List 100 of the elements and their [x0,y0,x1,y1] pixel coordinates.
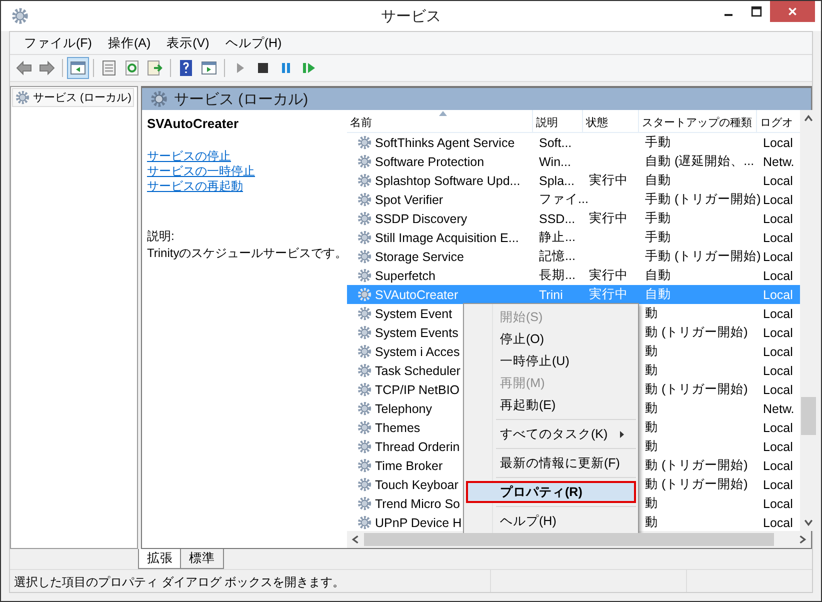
maximize-icon [750,6,762,17]
view-tab[interactable]: 拡張 [138,549,182,569]
menu-item[interactable]: ヘルプ(H) [219,32,288,54]
gear-icon [357,458,372,473]
menu-item[interactable]: 表示(V) [160,32,216,54]
service-name[interactable]: Touch Keyboar [375,478,458,492]
context-menu-item[interactable]: 停止(O) [466,328,636,350]
gear-icon [357,268,372,283]
scroll-up-icon[interactable] [804,114,813,123]
service-name[interactable]: UPnP Device H [375,516,462,530]
menu-item[interactable]: 操作(A) [102,32,157,54]
logon-cell: Local [763,250,793,264]
service-name[interactable]: Spot Verifier [375,192,444,206]
description-cell: Spla... [539,174,574,188]
service-name[interactable]: Still Image Acquisition E... [375,230,519,244]
context-menu-item[interactable]: ヘルプ(H) [466,510,636,532]
gear-icon [357,249,372,264]
logon-cell: Local [763,440,793,454]
console-tree-icon[interactable] [67,57,89,79]
service-link[interactable]: サービスの停止 [147,149,342,164]
service-link[interactable]: サービスの一時停止 [147,164,342,179]
service-name[interactable]: SSDP Discovery [375,212,468,226]
logon-cell: Local [763,288,793,302]
startup-type-cell: 手動 [645,134,671,151]
context-menu-item[interactable]: 一時停止(U) [466,350,636,372]
context-menu-item[interactable]: すべてのタスク(K) [466,423,636,445]
scroll-thumb[interactable] [364,533,774,546]
gear-icon [357,420,372,435]
service-name[interactable]: Telephony [375,402,432,416]
submenu-arrow-icon [620,430,624,438]
logon-cell: Local [763,136,793,150]
service-name[interactable]: Themes [375,420,420,434]
startup-type-cell: 手動 [645,210,671,227]
service-name[interactable]: Time Broker [375,458,443,472]
description-cell: 記憶... [539,248,576,265]
scroll-thumb[interactable] [801,397,816,435]
service-name[interactable]: System i Acces [375,344,460,358]
startup-type-cell: 動 (トリガー開始) [645,381,748,398]
service-name[interactable]: Storage Service [375,250,464,264]
menu-item[interactable]: ファイル(F) [18,32,98,54]
logon-cell: Local [763,478,793,492]
gear-icon [357,496,372,511]
scroll-down-icon[interactable] [804,518,813,527]
logon-cell: Netw. [763,154,794,168]
startup-type-cell: 動 [645,362,658,379]
gear-icon [357,515,372,530]
service-link[interactable]: サービスの再起動 [147,179,342,194]
horizontal-scrollbar[interactable] [347,531,811,548]
logon-cell: Local [763,364,793,378]
context-menu-item[interactable]: 再起動(E) [466,394,636,416]
gear-icon [357,325,372,340]
logon-cell: Local [763,516,793,530]
service-name[interactable]: Superfetch [375,268,436,282]
logon-cell: Local [763,192,793,206]
service-name[interactable]: System Events [375,326,458,340]
startup-type-cell: 動 [645,400,658,417]
description-cell: Win... [539,154,571,168]
tree-item[interactable]: サービス (ローカル) [12,88,134,107]
service-name[interactable]: Splashtop Software Upd... [375,174,520,188]
service-name[interactable]: SoftThinks Agent Service [375,136,515,150]
logon-cell: Local [763,174,793,188]
logon-cell: Local [763,306,793,320]
service-name[interactable]: Trend Micro So [375,496,460,510]
column-header[interactable]: ログオ [757,110,800,132]
view-tab[interactable]: 標準 [180,549,224,569]
gear-icon [357,439,372,454]
scroll-right-icon[interactable] [798,535,807,544]
logon-cell: Local [763,326,793,340]
service-name[interactable]: Task Scheduler [375,364,460,378]
startup-type-cell: 動 (トリガー開始) [645,476,748,493]
column-header[interactable]: 説明 [533,110,583,132]
startup-type-cell: 自動 [645,267,671,284]
gear-icon [357,154,372,169]
column-header[interactable]: 状態 [583,110,639,132]
gear-icon [357,230,372,245]
minimize-icon [724,14,732,16]
startup-type-cell: 動 (トリガー開始) [645,457,748,474]
service-name[interactable]: System Event [375,306,452,320]
service-name[interactable]: Software Protection [375,154,484,168]
logon-cell: Local [763,268,793,282]
panel-title: サービス (ローカル) [174,90,308,108]
gear-icon [357,192,372,207]
logon-cell: Local [763,344,793,358]
description-cell: SSD... [539,212,576,226]
context-menu-item[interactable]: プロパティ(R) [466,481,636,503]
gear-icon [357,135,372,150]
description-label: 説明: [147,228,176,245]
logon-cell: Local [763,458,793,472]
scroll-left-icon[interactable] [351,535,360,544]
close-button[interactable] [770,1,815,22]
startup-type-cell: 手動 (トリガー開始) [645,191,761,208]
startup-type-cell: 手動 (トリガー開始) [645,248,761,265]
gear-icon [357,401,372,416]
startup-type-cell: 自動 [645,286,671,303]
service-name[interactable]: Thread Orderin [375,440,460,454]
context-menu-item[interactable]: 最新の情報に更新(F) [466,452,636,474]
description-text: Trinityのスケジュールサービスです。 [147,245,342,262]
column-header[interactable]: スタートアップの種類 [639,110,757,132]
description-cell: ファイ... [539,191,588,208]
service-name[interactable]: TCP/IP NetBIO [375,382,460,396]
